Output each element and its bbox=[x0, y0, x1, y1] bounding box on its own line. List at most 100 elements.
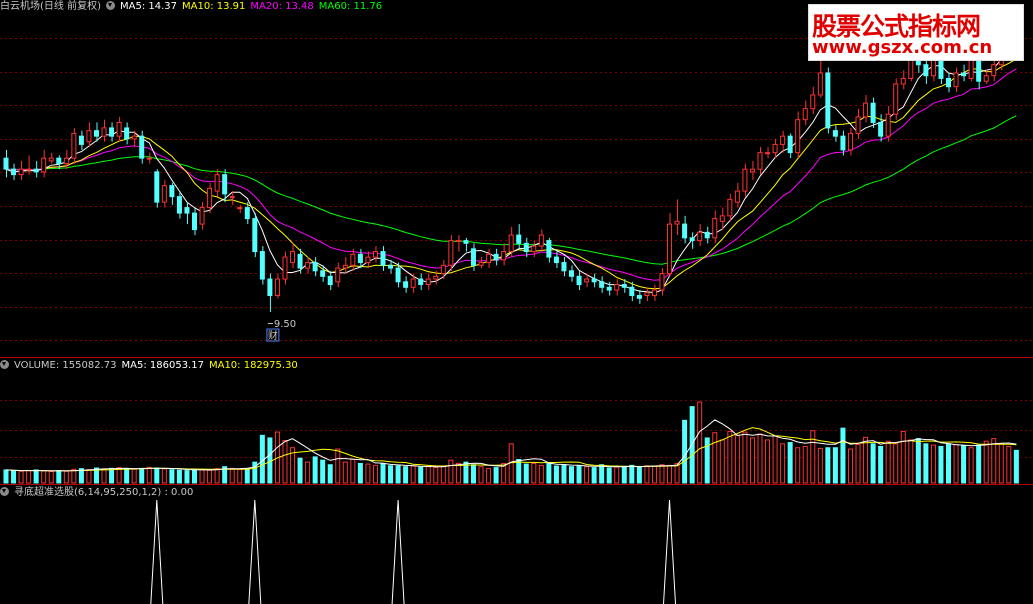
volume-bar bbox=[169, 469, 175, 484]
candle-body bbox=[184, 207, 190, 214]
signal-spike bbox=[150, 499, 164, 604]
indicator-dropdown-icon[interactable] bbox=[0, 487, 9, 496]
volume-bar bbox=[440, 465, 446, 484]
price-header: 白云机场(日线 前复权) MA5: 14.37 MA10: 13.91 MA20: 1… bbox=[0, 0, 387, 14]
volume-bar bbox=[651, 465, 657, 484]
volume-bar bbox=[599, 464, 605, 484]
volume-dropdown-icon[interactable] bbox=[0, 360, 9, 369]
volume-bar bbox=[538, 464, 544, 484]
candle-body bbox=[312, 262, 318, 272]
candle-body bbox=[199, 207, 205, 225]
candle-body bbox=[327, 275, 333, 286]
volume-bar bbox=[11, 470, 17, 484]
candle-body bbox=[18, 168, 24, 176]
volume-bar bbox=[795, 447, 801, 484]
volume-bar bbox=[244, 468, 250, 484]
candle-body bbox=[448, 240, 454, 266]
volume-bar bbox=[199, 469, 205, 484]
candle-body bbox=[335, 267, 341, 283]
volume-bar bbox=[765, 439, 771, 484]
volume-bar bbox=[561, 464, 567, 484]
volume-bar bbox=[109, 467, 115, 484]
candle-body bbox=[742, 168, 748, 192]
candle-body bbox=[131, 135, 137, 140]
signal-spike bbox=[248, 499, 262, 604]
candle-body bbox=[651, 289, 657, 297]
candle-body bbox=[621, 284, 627, 288]
stock-title[interactable]: 白云机场(日线 前复权) bbox=[0, 1, 101, 12]
volume-bar bbox=[946, 443, 951, 484]
candle-body bbox=[712, 218, 718, 239]
candle-body bbox=[810, 94, 816, 110]
volume-bar bbox=[410, 465, 416, 484]
candle-body bbox=[719, 215, 725, 222]
volume-bar bbox=[855, 443, 861, 484]
volume-bar bbox=[1006, 445, 1012, 484]
volume-label: VOLUME: 155082.73 bbox=[14, 360, 117, 371]
candle-body bbox=[116, 121, 122, 137]
candle-body bbox=[290, 251, 296, 264]
volume-bar bbox=[667, 464, 673, 484]
volume-bar bbox=[207, 469, 213, 484]
candle-body bbox=[11, 168, 17, 176]
candle-body bbox=[161, 185, 167, 203]
kline-chart[interactable]: 9.50财 bbox=[0, 0, 1033, 604]
candle-body bbox=[237, 207, 243, 210]
volume-bar bbox=[930, 444, 936, 484]
candle-body bbox=[667, 223, 673, 275]
candle-body bbox=[531, 245, 537, 253]
volume-bar bbox=[48, 471, 54, 484]
volume-bar bbox=[772, 435, 778, 484]
volume-bar bbox=[41, 470, 47, 484]
candle-body bbox=[154, 171, 160, 203]
candle-body bbox=[86, 130, 92, 143]
volume-bar bbox=[923, 443, 929, 484]
candle-body bbox=[930, 58, 936, 77]
volume-bar bbox=[998, 443, 1004, 484]
candle-body bbox=[863, 102, 869, 118]
candle-body bbox=[802, 108, 808, 121]
candle-body bbox=[840, 135, 846, 151]
candle-body bbox=[486, 253, 492, 264]
volume-bar bbox=[983, 440, 989, 484]
volume-bar bbox=[327, 464, 333, 484]
volume-bar bbox=[802, 445, 808, 484]
volume-bar bbox=[26, 470, 32, 484]
candle-body bbox=[885, 113, 891, 137]
candle-body bbox=[222, 174, 228, 195]
volume-bar bbox=[938, 445, 944, 484]
volume-bar bbox=[961, 445, 967, 484]
volume-bar bbox=[154, 467, 160, 484]
candle-body bbox=[78, 135, 84, 145]
volume-ma5-label: MA5: 186053.17 bbox=[121, 360, 204, 371]
signal-spike bbox=[391, 499, 405, 604]
volume-bar bbox=[991, 438, 997, 484]
volume-bar bbox=[825, 447, 831, 484]
indicator-header: 寻底超准选股(6,14,95,250,1,2) : 0.00 bbox=[0, 486, 198, 500]
candle-body bbox=[267, 278, 273, 297]
candle-body bbox=[682, 223, 688, 239]
volume-bar bbox=[56, 470, 62, 484]
candle-body bbox=[207, 187, 213, 209]
volume-bar bbox=[131, 468, 137, 484]
candle-body bbox=[900, 77, 906, 85]
volume-bar bbox=[372, 464, 378, 484]
dropdown-icon[interactable] bbox=[105, 1, 115, 10]
candle-body bbox=[855, 116, 861, 134]
volume-bar bbox=[282, 440, 288, 484]
volume-bar bbox=[591, 467, 597, 484]
ma10-label: MA10: 13.91 bbox=[182, 1, 246, 12]
candle-body bbox=[56, 157, 62, 165]
candle-body bbox=[538, 234, 544, 247]
candle-body bbox=[523, 242, 529, 253]
volume-bar bbox=[817, 447, 823, 484]
candle-body bbox=[893, 83, 899, 115]
candle-body bbox=[757, 152, 763, 170]
volume-bar bbox=[33, 469, 39, 484]
candle-body bbox=[229, 196, 235, 199]
volume-bar bbox=[719, 439, 725, 484]
volume-bar bbox=[787, 442, 793, 484]
volume-bar bbox=[237, 468, 243, 484]
ma20-label: MA20: 13.48 bbox=[250, 1, 314, 12]
candle-body bbox=[772, 143, 778, 154]
